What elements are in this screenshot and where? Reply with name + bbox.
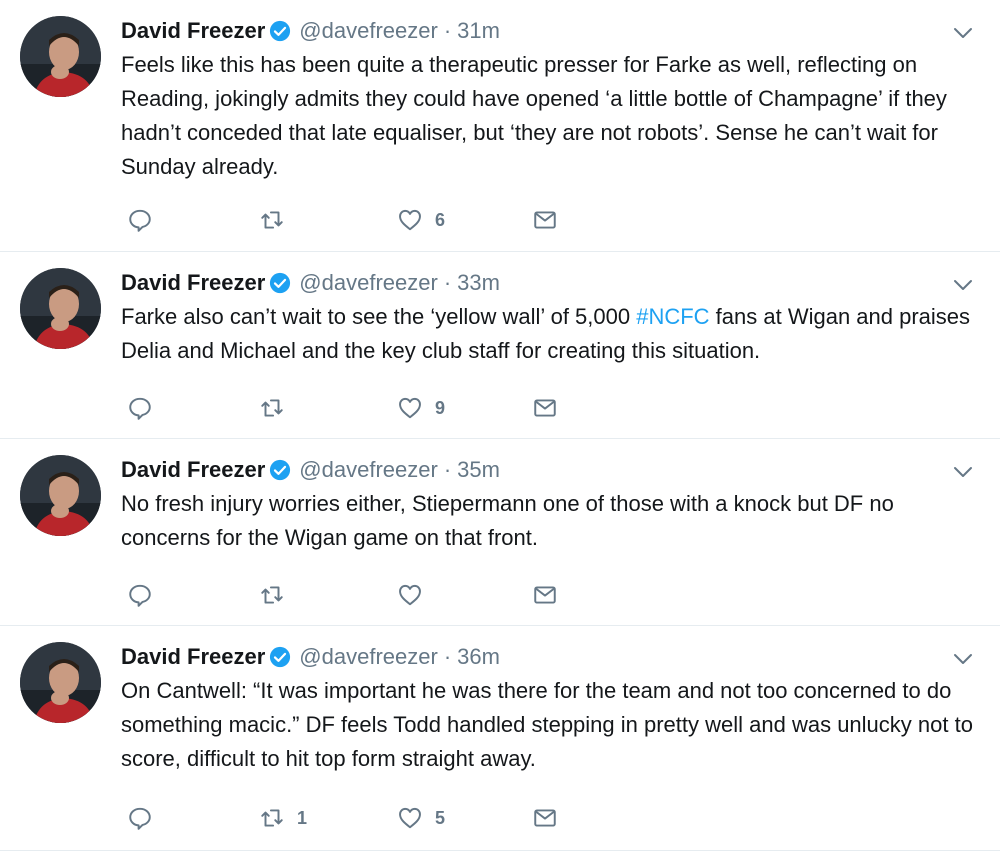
- author-name[interactable]: David Freezer: [121, 270, 265, 296]
- retweet-button[interactable]: [259, 205, 297, 235]
- heart-icon: [399, 807, 421, 829]
- retweet-icon: [261, 586, 283, 604]
- chevron-down-icon[interactable]: [952, 648, 974, 670]
- author-handle[interactable]: @davefreezer: [299, 457, 438, 483]
- envelope-icon: [534, 809, 556, 827]
- retweet-button[interactable]: 1: [259, 803, 307, 833]
- verified-badge-icon: [269, 20, 291, 42]
- tweet-timeline: David Freezer @davefreezer · 31m Feels l…: [0, 0, 1000, 851]
- author-name[interactable]: David Freezer: [121, 644, 265, 670]
- like-button[interactable]: [397, 580, 435, 610]
- action-bar: 6: [121, 205, 581, 235]
- tweet-text: On Cantwell: “It was important he was th…: [121, 674, 981, 776]
- avatar[interactable]: [20, 455, 101, 536]
- like-button[interactable]: 9: [397, 393, 445, 423]
- tweet-header: David Freezer @davefreezer · 35m: [121, 453, 500, 487]
- avatar[interactable]: [20, 16, 101, 97]
- tweet-text-part: Feels like this has been quite a therape…: [121, 52, 947, 179]
- reply-icon: [129, 209, 151, 232]
- timestamp[interactable]: 36m: [457, 644, 500, 670]
- reply-icon: [129, 584, 151, 607]
- heart-icon: [399, 209, 421, 231]
- avatar[interactable]: [20, 268, 101, 349]
- tweet[interactable]: David Freezer @davefreezer · 35m No fres…: [0, 439, 1000, 626]
- like-button[interactable]: 5: [397, 803, 445, 833]
- tweet[interactable]: David Freezer @davefreezer · 31m Feels l…: [0, 0, 1000, 252]
- tweet-header: David Freezer @davefreezer · 31m: [121, 14, 500, 48]
- action-bar: 1 5: [121, 803, 581, 833]
- like-count: 6: [435, 209, 446, 230]
- verified-badge-icon: [269, 459, 291, 481]
- action-bar: [121, 580, 581, 610]
- timestamp[interactable]: 31m: [457, 18, 500, 44]
- separator-dot: ·: [443, 644, 452, 669]
- tweet-text-part: Farke also can’t wait to see the ‘yellow…: [121, 304, 637, 329]
- chevron-down-icon[interactable]: [952, 274, 974, 296]
- retweet-button[interactable]: [259, 580, 297, 610]
- like-count: 5: [435, 807, 446, 828]
- author-handle[interactable]: @davefreezer: [299, 644, 438, 670]
- tweet-text: Feels like this has been quite a therape…: [121, 48, 981, 184]
- direct-message-button[interactable]: [532, 393, 558, 423]
- retweet-icon: [261, 809, 283, 827]
- timestamp[interactable]: 33m: [457, 270, 500, 296]
- tweet[interactable]: David Freezer @davefreezer · 36m On Cant…: [0, 626, 1000, 851]
- author-handle[interactable]: @davefreezer: [299, 270, 438, 296]
- reply-button[interactable]: [127, 393, 165, 423]
- tweet-header: David Freezer @davefreezer · 33m: [121, 266, 500, 300]
- chevron-down-icon[interactable]: [952, 22, 974, 44]
- retweet-icon: [261, 399, 283, 417]
- tweet[interactable]: David Freezer @davefreezer · 33m Farke a…: [0, 252, 1000, 439]
- timestamp[interactable]: 35m: [457, 457, 500, 483]
- heart-icon: [399, 584, 421, 606]
- hashtag-link[interactable]: #NCFC: [636, 304, 709, 329]
- separator-dot: ·: [443, 270, 452, 295]
- envelope-icon: [534, 399, 556, 417]
- reply-icon: [129, 397, 151, 420]
- author-name[interactable]: David Freezer: [121, 18, 265, 44]
- heart-icon: [399, 397, 421, 419]
- author-handle[interactable]: @davefreezer: [299, 18, 438, 44]
- tweet-text: No fresh injury worries either, Stieperm…: [121, 487, 981, 555]
- chevron-down-icon[interactable]: [952, 461, 974, 483]
- retweet-icon: [261, 211, 283, 229]
- tweet-text: Farke also can’t wait to see the ‘yellow…: [121, 300, 981, 368]
- retweet-count: 1: [297, 807, 308, 828]
- reply-button[interactable]: [127, 580, 165, 610]
- direct-message-button[interactable]: [532, 205, 558, 235]
- action-bar: 9: [121, 393, 581, 423]
- envelope-icon: [534, 586, 556, 604]
- like-button[interactable]: 6: [397, 205, 445, 235]
- reply-icon: [129, 807, 151, 830]
- avatar[interactable]: [20, 642, 101, 723]
- verified-badge-icon: [269, 646, 291, 668]
- tweet-header: David Freezer @davefreezer · 36m: [121, 640, 500, 674]
- like-count: 9: [435, 397, 446, 418]
- separator-dot: ·: [443, 457, 452, 482]
- direct-message-button[interactable]: [532, 580, 558, 610]
- tweet-text-part: No fresh injury worries either, Stieperm…: [121, 491, 894, 550]
- direct-message-button[interactable]: [532, 803, 558, 833]
- reply-button[interactable]: [127, 803, 165, 833]
- separator-dot: ·: [443, 18, 452, 43]
- tweet-text-part: On Cantwell: “It was important he was th…: [121, 678, 973, 771]
- envelope-icon: [534, 211, 556, 229]
- author-name[interactable]: David Freezer: [121, 457, 265, 483]
- reply-button[interactable]: [127, 205, 165, 235]
- retweet-button[interactable]: [259, 393, 297, 423]
- verified-badge-icon: [269, 272, 291, 294]
